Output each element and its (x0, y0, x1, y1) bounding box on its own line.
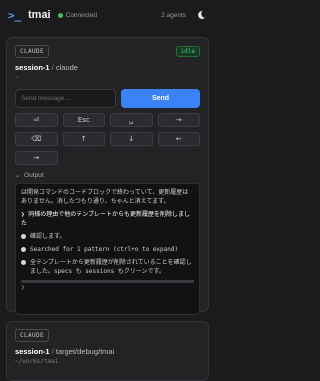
connection-status-dot (57, 12, 63, 18)
status-badge: idle (175, 46, 200, 57)
output-panel[interactable]: は開発コマンドのコードブロックで終わっていて、更新履歴はありません。消したつもり… (15, 183, 200, 315)
session-title: session-1 / claude (15, 63, 78, 72)
tab-key-button[interactable]: → (157, 113, 200, 127)
top-bar: >_ tmai Connected 2 agents (0, 0, 215, 30)
enter-key-button[interactable]: ⏎ (15, 113, 58, 127)
arrow-up-key-button[interactable]: ↑ (62, 132, 105, 146)
bullet-icon (21, 234, 26, 239)
backspace-key-button[interactable]: ⌫ (15, 132, 58, 146)
output-line: は開発コマンドのコードブロックで終わっていて、更新履歴はありません。消したつもり… (21, 189, 189, 205)
session-card: CLAUDE session-1 / target/debug/tmai ~/w… (6, 321, 209, 381)
theme-toggle-button[interactable] (195, 9, 207, 21)
special-keys: ⏎ Esc ␣ → ⌫ ↑ ↓ ← → (15, 113, 200, 165)
moon-icon (198, 10, 205, 19)
output-line: Searched for 1 pattern (ctrl+o to expand… (30, 246, 179, 253)
agent-type-badge: CLAUDE (15, 329, 50, 342)
send-button[interactable]: Send (121, 89, 200, 108)
session-command: target/debug/tmai (55, 347, 115, 356)
message-input[interactable] (15, 89, 116, 108)
output-line: ❯ 同様の理由で他のテンプレートからも更新履歴を削除しました (21, 211, 191, 227)
app-name: tmai (28, 9, 51, 21)
output-toggle[interactable]: ⌄ Output (15, 172, 200, 179)
session-name: session-1 (15, 347, 50, 356)
output-line: 確認します。 (30, 233, 66, 240)
chevron-down-icon: ⌄ (15, 173, 21, 179)
arrow-right-key-button[interactable]: → (15, 151, 58, 165)
arrow-down-key-button[interactable]: ↓ (110, 132, 153, 146)
space-key-button[interactable]: ␣ (110, 113, 153, 127)
session-command: claude (55, 63, 78, 72)
arrow-left-key-button[interactable]: ← (157, 132, 200, 146)
bullet-icon (21, 260, 26, 265)
output-prompt: ❯ (21, 284, 25, 291)
working-directory: ~/works/tmai (15, 358, 59, 365)
session-name: session-1 (15, 63, 50, 72)
agent-count: 2 agents (161, 11, 186, 19)
bullet-icon (21, 247, 26, 252)
esc-key-button[interactable]: Esc (62, 113, 105, 127)
session-card: CLAUDE idle session-1 / claude ~ Send ⏎ … (6, 37, 209, 315)
output-label: Output (24, 172, 44, 179)
connection-status: Connected (65, 11, 98, 19)
agent-type-badge: CLAUDE (15, 45, 50, 58)
session-title: session-1 / target/debug/tmai (15, 347, 115, 356)
output-line: 全テンプレートから更新履歴が削除されていることを確認しました。specs も s… (30, 259, 192, 275)
terminal-logo-icon: >_ (8, 8, 22, 22)
working-directory: ~ (15, 74, 19, 81)
